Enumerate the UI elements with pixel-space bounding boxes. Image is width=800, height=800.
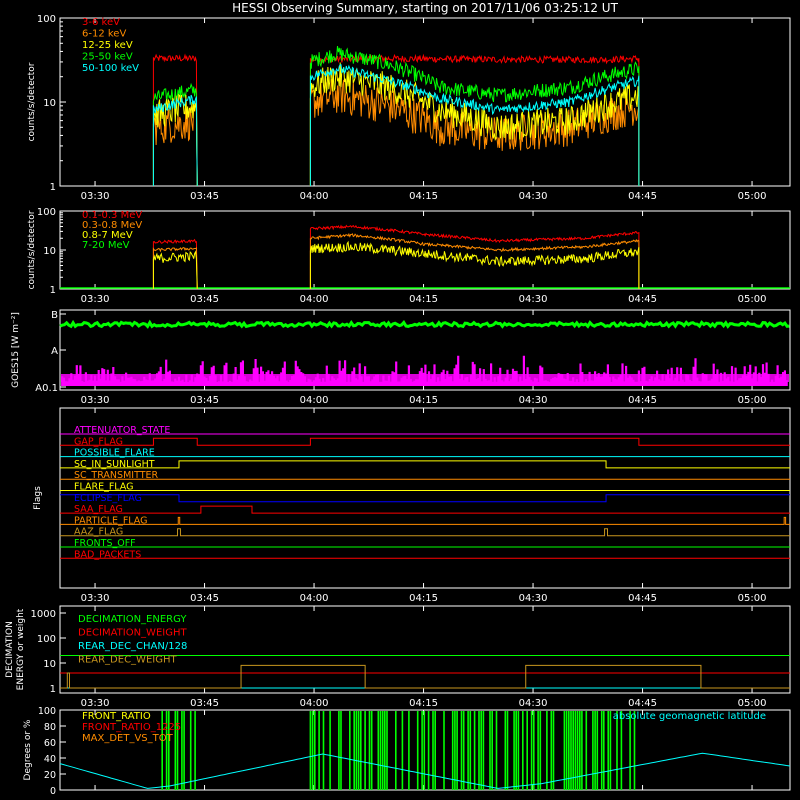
x-tick-label: 04:15 [409, 593, 438, 604]
legend-entry: REAR_DEC_CHAN/128 [78, 641, 187, 652]
y-axis-label: counts/s/detector [27, 210, 37, 289]
x-tick-label: 04:45 [628, 191, 657, 202]
x-tick-label: 04:00 [300, 395, 329, 406]
flag-line [60, 516, 790, 525]
y-axis-label: Flags [33, 486, 43, 510]
y-tick-label: 100 [38, 706, 56, 717]
y-tick-label: 100 [37, 14, 56, 25]
legend-entry: 6-12 keV [82, 29, 126, 40]
y-tick-label: 10 [43, 659, 56, 670]
y-tick-label: 60 [44, 738, 56, 749]
panels: 03:30 03:45 04:00 04:15 04:30 04:45 05:00 count… [5, 14, 791, 797]
y-tick-label: 10 [43, 98, 56, 109]
y-tick-label: B [51, 310, 58, 321]
x-tick-label: 05:00 [738, 191, 767, 202]
y-axis-label: GOES15 [W m⁻²] [11, 312, 21, 388]
x-tick-label: 03:45 [190, 294, 219, 305]
y-tick-label: A [51, 346, 58, 357]
latitude-annotation: absolute geomagnetic latitude [613, 711, 766, 722]
x-tick-label: 03:30 [81, 191, 110, 202]
y-axis-label: counts/s/detector [27, 62, 37, 141]
series-line-6-12-keV [152, 77, 640, 187]
flag-line [60, 494, 790, 503]
x-tick-label: 04:45 [628, 698, 657, 709]
legend-entry: 7-20 MeV [82, 240, 130, 251]
x-tick-label: 04:30 [519, 294, 548, 305]
y-tick-label: 10 [43, 246, 56, 257]
y-tick-label: 1 [50, 182, 56, 193]
x-tick-label: 03:45 [190, 593, 219, 604]
x-tick-label: 05:00 [738, 294, 767, 305]
x-tick-label: 03:45 [190, 395, 219, 406]
legend-entry: 50-100 keV [82, 63, 139, 74]
legend-entry: FRONT_RATIO_1225 [82, 722, 181, 733]
legend-entry: 12-25 keV [82, 40, 133, 51]
legend-entry: MAX_DET_VS_TOT [82, 733, 174, 744]
series-line-REAR_DEC_WEIGHT [60, 664, 790, 689]
x-tick-label: 04:30 [519, 593, 548, 604]
legend-entry: DECIMATION_WEIGHT [78, 628, 187, 639]
x-tick-label: 04:00 [300, 294, 329, 305]
goes-short-channel-band [61, 374, 789, 382]
y-axis-label: Degrees or % [23, 719, 33, 780]
x-tick-label: 03:45 [190, 191, 219, 202]
x-tick-label: 04:00 [300, 593, 329, 604]
x-tick-label: 04:45 [628, 593, 657, 604]
figure-title: HESSI Observing Summary, starting on 201… [232, 1, 618, 15]
goes-long-channel-line [59, 319, 790, 329]
x-tick-label: 03:30 [81, 593, 110, 604]
y-axis-label: ENERGY or weight [16, 608, 26, 690]
x-tick-label: 03:45 [190, 698, 219, 709]
x-tick-label: 04:45 [628, 294, 657, 305]
y-tick-label: 100 [37, 207, 56, 218]
legend-entry: REAR_DEC_WEIGHT [78, 655, 177, 666]
flag-line [60, 437, 790, 446]
legend-entry: DECIMATION_ENERGY [78, 614, 187, 625]
front-ratio-bars [161, 711, 636, 790]
y-axis-label: DECIMATION [5, 621, 15, 678]
series-line-0.3-0.8-MeV [152, 232, 640, 290]
gamma-panel-frame [59, 210, 791, 290]
y-tick-label: 40 [44, 754, 56, 765]
series-line-12-25-keV [152, 62, 640, 187]
x-tick-label: 04:00 [300, 698, 329, 709]
x-tick-label: 04:15 [409, 294, 438, 305]
flag-line [60, 505, 790, 514]
y-tick-label: 1 [50, 285, 56, 296]
x-tick-label: 05:00 [738, 395, 767, 406]
x-tick-label: 03:30 [81, 395, 110, 406]
x-tick-label: 03:30 [81, 294, 110, 305]
y-tick-label: 1 [50, 684, 56, 695]
x-tick-label: 04:15 [409, 698, 438, 709]
series-line-0.1-0.3-MeV [152, 224, 640, 290]
x-tick-label: 04:15 [409, 191, 438, 202]
observing-summary-figure: HESSI Observing Summary, starting on 201… [5, 1, 791, 797]
x-tick-label: 04:45 [628, 395, 657, 406]
legend-entry: FRONT_RATIO [82, 711, 151, 722]
flag-line [60, 460, 790, 469]
x-tick-label: 04:15 [409, 395, 438, 406]
series-line-0.8-7-MeV [152, 240, 640, 290]
x-tick-label: 04:30 [519, 698, 548, 709]
y-tick-label: 80 [44, 722, 56, 733]
flag-line [60, 528, 790, 537]
x-tick-label: 04:30 [519, 191, 548, 202]
y-tick-label: 0 [50, 786, 56, 797]
x-tick-label: 05:00 [738, 698, 767, 709]
x-tick-label: 04:00 [300, 191, 329, 202]
legend-entry: 25-50 keV [82, 52, 133, 63]
y-tick-label: 1000 [31, 609, 56, 620]
x-tick-label: 05:00 [738, 593, 767, 604]
y-tick-label: A0.1 [35, 383, 58, 394]
y-tick-label: 20 [44, 770, 56, 781]
x-tick-label: 04:30 [519, 395, 548, 406]
y-tick-label: 100 [37, 634, 56, 645]
x-tick-label: 03:30 [81, 698, 110, 709]
legend-entry: 3-6 keV [82, 17, 120, 28]
